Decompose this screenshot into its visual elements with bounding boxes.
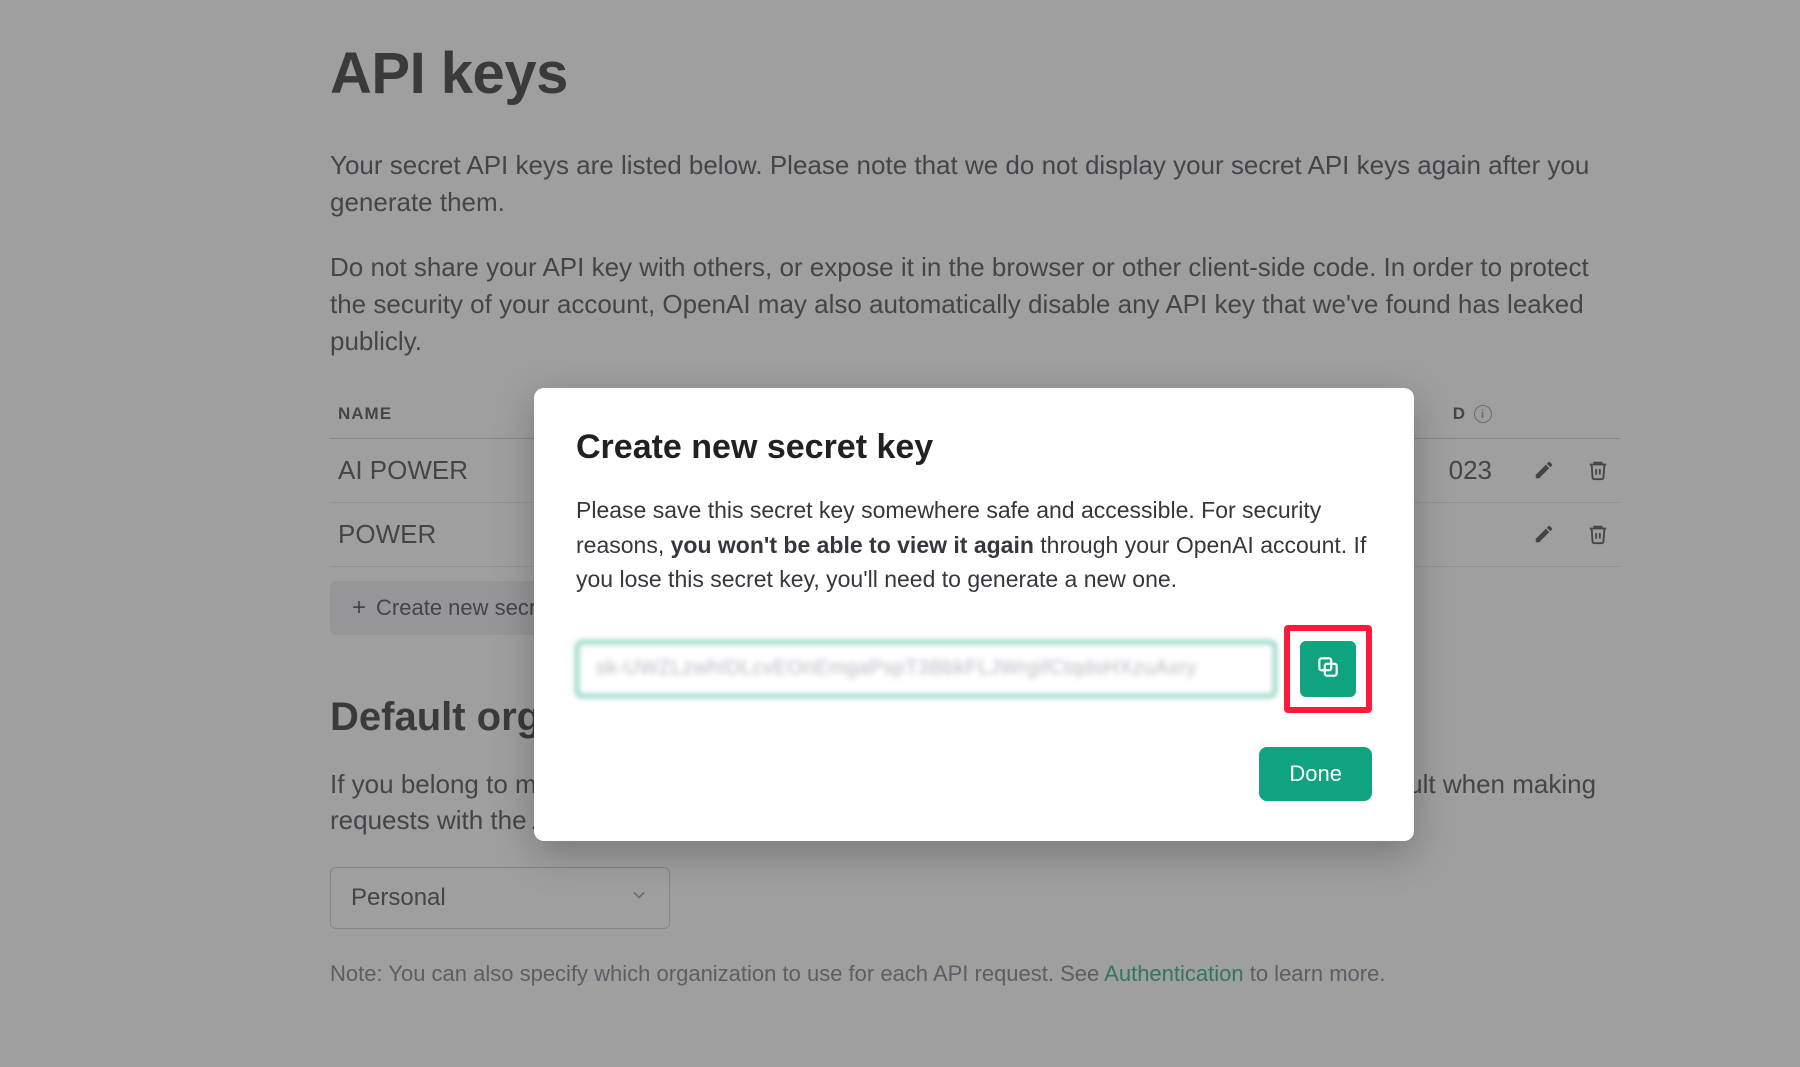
copy-icon [1315,654,1341,683]
secret-key-row: sk-UWZLzwhIDLcvEOnEmgaPspT3BbkFLJWrgifCt… [576,625,1372,713]
modal-title: Create new secret key [576,428,1372,467]
modal-body-bold: you won't be able to view it again [671,532,1034,558]
copy-key-button[interactable] [1300,641,1356,697]
create-key-modal: Create new secret key Please save this s… [534,388,1414,841]
done-button[interactable]: Done [1259,747,1372,801]
modal-body: Please save this secret key somewhere sa… [576,493,1372,597]
secret-key-field[interactable]: sk-UWZLzwhIDLcvEOnEmgaPspT3BbkFLJWrgifCt… [576,641,1276,697]
copy-highlight-box [1284,625,1372,713]
modal-overlay[interactable]: Create new secret key Please save this s… [0,0,1800,1067]
page-root: API keys Your secret API keys are listed… [0,0,1800,1067]
modal-actions: Done [576,747,1372,801]
